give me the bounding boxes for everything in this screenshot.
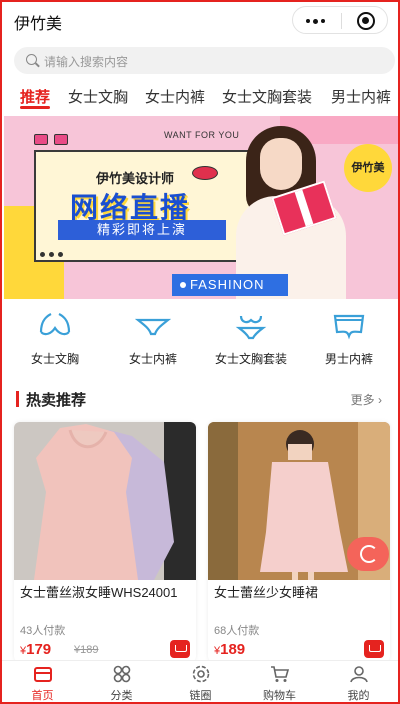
more-menu-icon[interactable] (306, 18, 325, 24)
banner-dots (40, 252, 63, 257)
add-to-cart-button[interactable] (364, 640, 384, 658)
heart-icon (34, 134, 48, 145)
category-mens-briefs[interactable]: 男士内裤 (300, 308, 398, 367)
category-lingerie-set[interactable]: 女士文胸套装 (202, 308, 300, 367)
tabbar-profile[interactable]: 我的 (319, 665, 398, 702)
product-original-price: ¥189 (74, 644, 99, 656)
tab-womens-bra-set[interactable]: 女士文胸套装 (222, 86, 312, 107)
app-title: 伊竹美 (14, 16, 63, 33)
panties-icon (135, 318, 171, 336)
category-grid: 女士文胸 女士内裤 女士文胸套装 男士内裤 (2, 308, 398, 376)
search-input[interactable]: 请输入搜索内容 (14, 47, 395, 74)
nav-bar: 伊竹美 (2, 2, 398, 40)
lingerie-set-icon (235, 315, 267, 340)
product-name: 女士蕾丝淑女睡WHS24001 (20, 585, 178, 600)
banner-tagline: WANT FOR YOU (164, 130, 240, 140)
close-miniprogram-icon[interactable] (357, 12, 375, 30)
category-womens-bra[interactable]: 女士文胸 (6, 308, 104, 367)
section-title: 热卖推荐 (26, 392, 87, 409)
capsule-divider (341, 13, 342, 29)
banner-subtitle: 精彩即将上演 (58, 220, 226, 240)
brand-badge: 伊竹美 (344, 144, 392, 192)
product-image (14, 422, 196, 580)
customer-service-button[interactable] (347, 537, 389, 571)
app-frame: 伊竹美 请输入搜索内容 推荐 女士文胸 女士内裤 女士文胸套装 男士内裤 WAN… (0, 0, 400, 704)
lips-icon (192, 166, 218, 180)
category-icon (113, 665, 130, 683)
circle-icon (192, 665, 209, 683)
product-price: ¥189 (214, 641, 246, 658)
category-tabs: 推荐 女士文胸 女士内裤 女士文胸套装 男士内裤 (2, 82, 398, 114)
cart-icon (270, 666, 289, 682)
section-accent-bar (16, 391, 19, 407)
tab-womens-bra[interactable]: 女士文胸 (68, 86, 128, 107)
tab-womens-panties[interactable]: 女士内裤 (145, 86, 205, 107)
mini-program-capsule (292, 6, 388, 34)
product-price: ¥179 (20, 641, 52, 658)
tabbar-home[interactable]: 首页 (3, 665, 82, 702)
banner-fashion-label: FASHINON (172, 274, 288, 296)
tabbar-category[interactable]: 分类 (82, 665, 161, 702)
user-icon (349, 666, 368, 683)
product-name: 女士蕾丝少女睡裙 (214, 585, 319, 600)
add-to-cart-button[interactable] (170, 640, 190, 658)
search-placeholder: 请输入搜索内容 (44, 55, 129, 69)
search-icon (26, 54, 37, 65)
banner-designer: 伊竹美设计师 (96, 171, 175, 186)
tabbar-circle[interactable]: 链圈 (161, 665, 240, 702)
tab-active-indicator (20, 106, 50, 109)
tabbar-cart[interactable]: 购物车 (240, 665, 319, 702)
bottom-tab-bar: 首页 分类 链圈 购物车 我的 (2, 660, 398, 702)
product-sold-count: 43人付款 (20, 625, 66, 637)
bra-icon (39, 313, 71, 336)
tab-mens-underwear[interactable]: 男士内裤 (331, 86, 391, 107)
promo-banner[interactable]: WANT FOR YOU 伊竹美设计师 网络直播 精彩即将上演 伊竹美 FASH… (4, 116, 398, 299)
heart-icon (54, 134, 68, 145)
category-womens-panties[interactable]: 女士内裤 (104, 308, 202, 367)
home-icon (33, 667, 52, 682)
tab-recommend[interactable]: 推荐 (20, 86, 50, 107)
product-card[interactable]: 女士蕾丝淑女睡WHS24001 43人付款 ¥179 ¥189 (14, 422, 196, 662)
product-sold-count: 68人付款 (214, 625, 260, 637)
briefs-icon (333, 314, 365, 340)
more-link[interactable]: 更多 › (351, 391, 382, 408)
